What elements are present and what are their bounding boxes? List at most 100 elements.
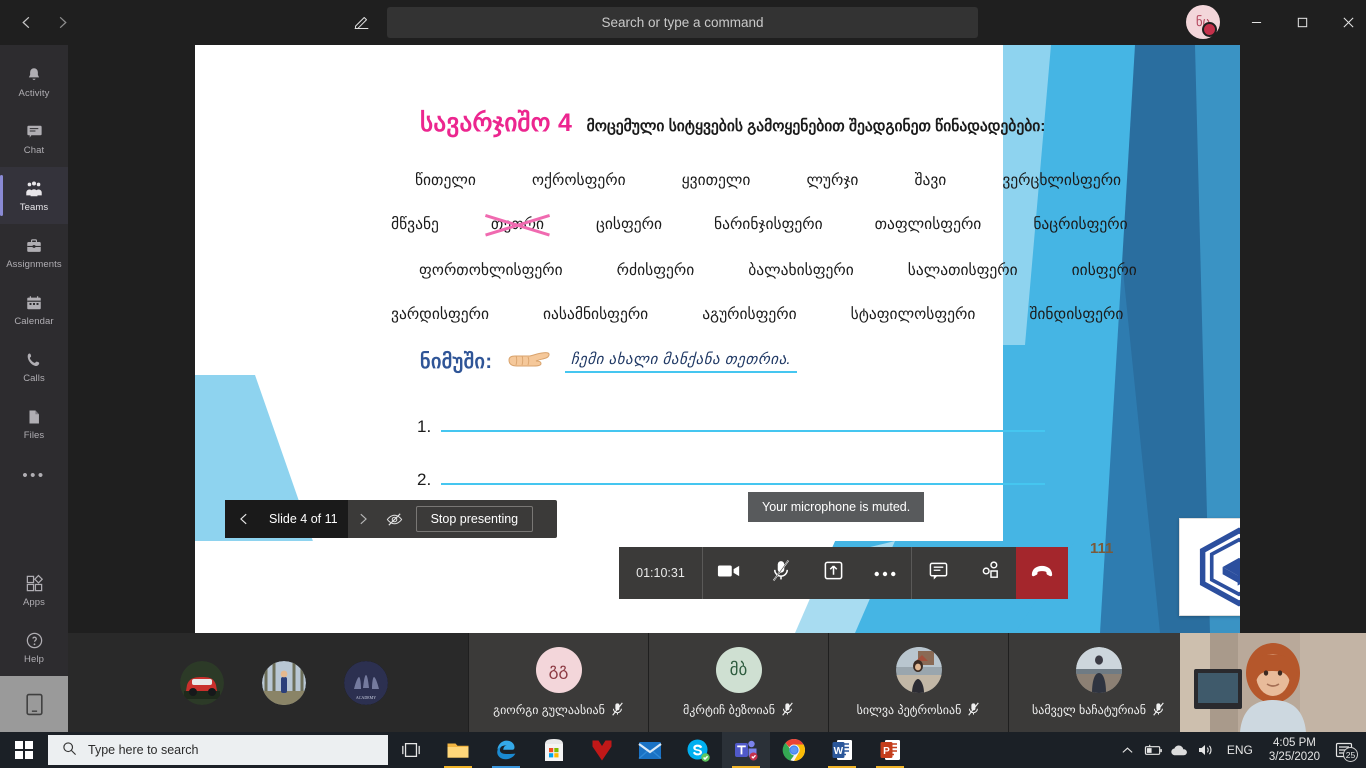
word: წითელი — [415, 172, 476, 189]
word-row: მწვანე თეთრი ცისფერი ნარინჯისფერი თაფლისფერი… — [391, 215, 1128, 234]
taskbar-app-microsoft-teams[interactable] — [722, 732, 770, 768]
sidebar-item-apps[interactable]: Apps — [0, 562, 68, 619]
camera-button[interactable] — [703, 547, 755, 599]
close-button[interactable] — [1325, 0, 1366, 45]
minimize-button[interactable] — [1233, 0, 1279, 45]
shared-slide[interactable]: სავარჯიშო 4 მოცემული სიტყვების გამოყენებ… — [195, 45, 1240, 633]
sidebar-item-chat[interactable]: Chat — [0, 110, 68, 167]
word: ნარინჯისფერი — [713, 216, 823, 233]
search-input[interactable]: Search or type a command — [387, 7, 978, 38]
sidebar-item-calls[interactable]: Calls — [0, 338, 68, 395]
slide-content: სავარჯიშო 4 მოცემული სიტყვების გამოყენებ… — [195, 45, 1240, 633]
word: ყვითელი — [681, 172, 751, 189]
search-placeholder: Search or type a command — [601, 15, 764, 30]
sidebar-item-calendar[interactable]: Calendar — [0, 281, 68, 338]
compose-icon[interactable] — [346, 7, 376, 37]
chat-icon — [25, 122, 44, 142]
word: ფორთოხლისფერი — [419, 262, 563, 279]
maximize-button[interactable] — [1279, 0, 1325, 45]
hangup-icon — [1030, 564, 1054, 583]
volume-icon[interactable] — [1193, 732, 1219, 768]
taskbar-app-microsoft-powerpoint[interactable]: P — [866, 732, 914, 768]
back-button[interactable] — [8, 7, 44, 39]
hangup-button[interactable] — [1016, 547, 1068, 599]
notification-count: 25 — [1343, 747, 1358, 762]
word: ცისფერი — [595, 216, 662, 233]
sidebar-item-label: Help — [24, 653, 44, 665]
taskbar-app-file-explorer[interactable] — [434, 732, 482, 768]
action-center-icon[interactable]: 25 — [1328, 732, 1360, 768]
sidebar-item-assignments[interactable]: Assignments — [0, 224, 68, 281]
microphone-button[interactable] — [755, 547, 807, 599]
help-icon — [25, 631, 44, 651]
participant-tile[interactable]: სილვა პეტროსიან — [828, 633, 1008, 732]
tooltip-text: Your microphone is muted. — [762, 500, 911, 514]
sidebar-item-help[interactable]: Help — [0, 619, 68, 676]
participant-avatar: გგ — [535, 646, 582, 693]
participant-tile[interactable]: გგ გიორგი გულაასიან — [468, 633, 648, 732]
teams-window: Search or type a command ნც Activity Cha… — [0, 0, 1366, 732]
eye-off-icon[interactable] — [378, 500, 412, 538]
participant-tile[interactable]: მბ მკრტიჩ ბეზოიან — [648, 633, 828, 732]
more-actions-button[interactable] — [859, 547, 911, 599]
sidebar-item-activity[interactable]: Activity — [0, 53, 68, 110]
battery-icon[interactable] — [1141, 732, 1167, 768]
sidebar-item-teams[interactable]: Teams — [0, 167, 68, 224]
word: ლურჯი — [806, 172, 859, 189]
thumb-avatar-dark[interactable]: ACADEMY — [344, 660, 388, 705]
call-timer: 01:10:31 — [619, 547, 703, 599]
taskbar-app-skype[interactable] — [674, 732, 722, 768]
title-bar: Search or type a command ნც — [0, 0, 1366, 45]
task-view-icon[interactable] — [388, 732, 434, 768]
participants-button[interactable] — [964, 547, 1016, 599]
taskbar-app-mcafee[interactable] — [578, 732, 626, 768]
thumbnail-group: ACADEMY — [68, 633, 468, 732]
bell-icon — [25, 65, 43, 85]
word: თაფლისფერი — [874, 216, 982, 233]
chevron-up-icon[interactable] — [1115, 732, 1141, 768]
chat-button[interactable] — [912, 547, 964, 599]
slide-counter: Slide 4 of 11 — [263, 500, 348, 538]
windows-start-icon[interactable] — [0, 732, 48, 768]
share-screen-button[interactable] — [807, 547, 859, 599]
taskbar-app-microsoft-word[interactable]: W — [818, 732, 866, 768]
slide-subtitle: მოცემული სიტყვების გამოყენებით შეადგინეთ… — [586, 118, 1046, 135]
mic-muted-icon — [781, 702, 794, 719]
mic-muted-tooltip: Your microphone is muted. — [748, 492, 925, 522]
taskbar-app-google-chrome[interactable] — [770, 732, 818, 768]
taskbar-search-input[interactable]: Type here to search — [48, 735, 388, 765]
onedrive-icon[interactable] — [1167, 732, 1193, 768]
language-indicator[interactable]: ENG — [1219, 743, 1261, 757]
previous-slide-button[interactable] — [225, 500, 263, 538]
taskbar-app-microsoft-edge[interactable] — [482, 732, 530, 768]
people-icon — [980, 560, 1001, 586]
participant-name-row: სამველ ხაჩატურიან — [1032, 702, 1165, 719]
phone-icon — [25, 350, 43, 370]
word: ბალახისფერი — [748, 262, 854, 279]
taskbar-search-placeholder: Type here to search — [88, 743, 199, 757]
taskbar-app-microsoft-store[interactable] — [530, 732, 578, 768]
thumb-avatar-car[interactable] — [180, 660, 224, 705]
clock-date: 3/25/2020 — [1268, 751, 1320, 763]
next-slide-button[interactable] — [348, 500, 378, 538]
more-apps-button[interactable]: ••• — [0, 452, 68, 498]
share-screen-icon — [823, 560, 844, 586]
thumb-avatar-outdoors[interactable] — [262, 660, 306, 705]
hexagon-book-logo — [1179, 518, 1240, 616]
ellipsis-icon: ••• — [22, 466, 46, 484]
download-app-icon[interactable] — [0, 676, 68, 732]
self-view-video[interactable] — [1180, 633, 1366, 732]
files-icon — [25, 407, 43, 427]
participant-tile[interactable]: სამველ ხაჩატურიან — [1008, 633, 1188, 732]
sidebar-item-label: Assignments — [6, 258, 62, 270]
sidebar-item-label: Calendar — [14, 315, 54, 327]
blank-row: 1. — [417, 417, 1045, 437]
word-row: ვარდისფერი იასამნისფერი აგურისფერი სტაფილოს… — [391, 305, 1123, 324]
stop-presenting-button[interactable]: Stop presenting — [415, 506, 534, 532]
forward-button[interactable] — [44, 7, 80, 39]
sidebar-item-files[interactable]: Files — [0, 395, 68, 452]
clock[interactable]: 4:05 PM 3/25/2020 — [1261, 736, 1328, 764]
taskbar-app-mail[interactable] — [626, 732, 674, 768]
participant-avatar — [1075, 646, 1122, 693]
presenter-controls: Slide 4 of 11 Stop presenting — [225, 500, 557, 538]
